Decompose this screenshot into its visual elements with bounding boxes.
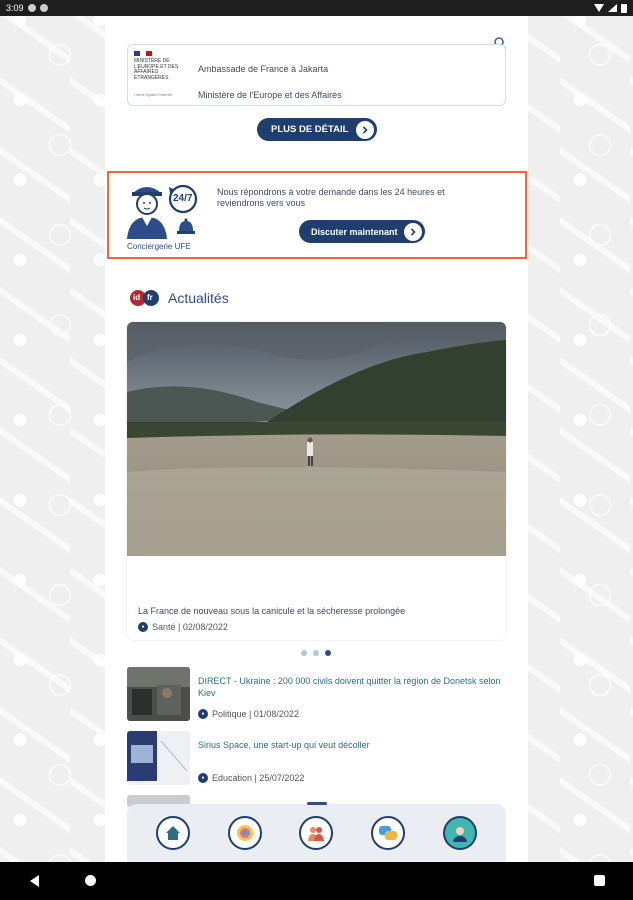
community-icon — [308, 827, 325, 841]
profile-icon — [453, 827, 468, 842]
category-icon: ● — [198, 709, 208, 719]
nav-chat-button[interactable] — [371, 816, 406, 850]
system-navigation-bar — [0, 862, 633, 900]
concierge-label: Conciergerie UFE — [127, 242, 191, 251]
home-circle-icon[interactable] — [85, 875, 96, 886]
news-item-title: Sirius Space, une start-up qui veut déco… — [198, 740, 370, 750]
news-section-title: Actualités — [168, 290, 229, 306]
nav-community-button[interactable] — [299, 816, 334, 850]
recent-apps-icon[interactable] — [594, 875, 605, 886]
carousel-dot-active[interactable] — [325, 650, 331, 656]
wifi-icon — [594, 4, 604, 12]
news-list-item[interactable]: Sirius Space, une start-up qui veut déco… — [127, 731, 506, 791]
status-bar: 3:09 — [0, 0, 633, 16]
carousel-dot[interactable] — [301, 650, 307, 656]
globe-icon — [236, 825, 253, 841]
status-time: 3:09 — [6, 3, 24, 13]
news-item-meta: ● Education | 25/07/2022 — [198, 773, 304, 783]
home-icon — [165, 826, 180, 840]
concierge-description: Nous répondrons à votre demande dans les… — [217, 187, 445, 208]
nav-globe-button[interactable] — [227, 816, 262, 850]
idfr-logo: id fr — [129, 289, 163, 307]
battery-icon — [621, 3, 627, 13]
featured-news-image — [127, 322, 506, 556]
concierge-card[interactable]: 24/7 Conciergerie UFE Nous répondrons à … — [107, 171, 527, 259]
signal-icon — [608, 4, 617, 12]
app-notification-icon — [39, 4, 48, 12]
featured-news-category-date: Santé | 02/08/2022 — [152, 622, 228, 632]
featured-news-card[interactable]: La France de nouveau sous la canicule et… — [127, 322, 506, 640]
embassy-card[interactable]: MINISTÈRE DE L'EUROPE ET DES AFFAIRES ÉT… — [127, 44, 506, 106]
carousel-dot[interactable] — [313, 650, 319, 656]
chevron-right-icon — [404, 222, 422, 241]
carousel-indicator — [301, 650, 331, 656]
chevron-right-icon — [356, 120, 374, 139]
featured-news-title: La France de nouveau sous la canicule et… — [138, 606, 406, 616]
chat-now-label: Discuter maintenant — [311, 226, 398, 237]
idfr-logo-left: id — [133, 293, 141, 302]
chat-icon — [379, 826, 398, 840]
concierge-agent-icon — [127, 184, 198, 239]
category-icon: ● — [138, 622, 148, 632]
french-flag-icon — [134, 51, 152, 56]
chat-now-button[interactable]: Discuter maintenant — [299, 220, 425, 243]
app-content: MINISTÈRE DE L'EUROPE ET DES AFFAIRES ÉT… — [105, 0, 528, 862]
back-icon[interactable] — [30, 875, 39, 887]
bottom-navigation — [127, 802, 506, 862]
news-item-category-date: Education | 25/07/2022 — [212, 773, 305, 783]
ministry-logo-text: MINISTÈRE DE L'EUROPE ET DES AFFAIRES ÉT… — [134, 58, 179, 81]
news-item-title: DIRECT - Ukraine : 200 000 civils doiven… — [198, 676, 501, 698]
ministry-logo: MINISTÈRE DE L'EUROPE ET DES AFFAIRES ÉT… — [134, 51, 192, 101]
idfr-logo-right: fr — [147, 293, 153, 302]
news-item-meta: ● Politique | 01/08/2022 — [198, 709, 299, 719]
nav-home-button[interactable] — [155, 816, 190, 850]
active-tab-indicator — [307, 802, 327, 805]
more-details-label: PLUS DE DÉTAIL — [271, 124, 349, 135]
notification-icon — [27, 4, 36, 12]
availability-badge: 24/7 — [173, 193, 193, 204]
embassy-name: Ambassade de France à Jakarta — [198, 64, 329, 74]
ministry-name: Ministère de l'Europe et des Affaires — [198, 90, 342, 100]
more-details-button[interactable]: PLUS DE DÉTAIL — [257, 118, 377, 141]
category-icon: ● — [198, 773, 208, 783]
ministry-logo-motto: Liberté Égalité Fraternité — [134, 93, 173, 97]
news-list-item[interactable]: DIRECT - Ukraine : 200 000 civils doiven… — [127, 667, 506, 727]
nav-profile-button[interactable] — [443, 816, 478, 850]
news-item-category-date: Politique | 01/08/2022 — [212, 709, 299, 719]
news-thumbnail — [127, 667, 190, 721]
featured-news-meta: ● Santé | 02/08/2022 — [138, 622, 228, 632]
news-thumbnail — [127, 731, 190, 785]
